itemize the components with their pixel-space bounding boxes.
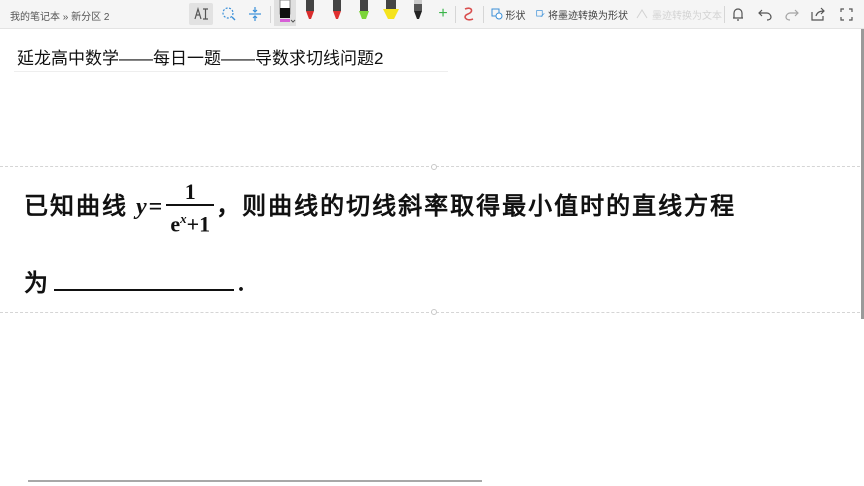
page-title[interactable]: 延龙高中数学——每日一题——导数求切线问题2 [17, 44, 383, 69]
share-button[interactable] [808, 3, 828, 25]
undo-button[interactable] [755, 3, 775, 25]
add-space-icon [249, 7, 261, 21]
ink-to-text-label: 墨迹转换为文本 [652, 10, 722, 22]
shapes-button[interactable]: 形状 [488, 3, 528, 25]
dark-pen[interactable] [409, 0, 427, 26]
notifications-button[interactable] [728, 3, 748, 25]
shapes-icon [491, 8, 502, 20]
red-pen[interactable] [301, 0, 319, 26]
yellow-highlighter-icon [383, 0, 399, 19]
lasso-select-button[interactable] [219, 3, 239, 25]
green-highlighter[interactable] [355, 0, 373, 26]
type-select-button[interactable] [189, 3, 213, 25]
problem-line2-prefix: 为 [24, 271, 50, 297]
yellow-highlighter[interactable] [381, 0, 401, 26]
den-base: e [170, 211, 181, 237]
red-pen-2-icon [333, 0, 341, 19]
den-rest: +1 [186, 211, 211, 237]
share-icon [810, 7, 825, 21]
ink-to-shape-icon [536, 10, 545, 18]
problem-line2-suffix: . [238, 271, 246, 297]
answer-blank [54, 269, 234, 291]
undo-icon [758, 9, 772, 21]
ink-replay-icon [464, 7, 474, 21]
title-underline [14, 71, 448, 72]
redo-button[interactable] [782, 3, 802, 25]
problem-line-2: 为. [24, 263, 246, 298]
problem-line-1: 已知曲线 y= 1 ex+1 ，则曲线的切线斜率取得最小值时的直线方程 [24, 180, 736, 237]
breadcrumb-separator: » [62, 12, 69, 23]
ink-to-text-button[interactable]: 墨迹转换为文本 [636, 3, 722, 25]
fullscreen-icon [839, 7, 853, 21]
text-cursor-icon [194, 7, 208, 20]
ink-to-shape-label: 将墨迹转换为形状 [548, 10, 628, 22]
breadcrumb-section[interactable]: 新分区 2 [71, 12, 109, 23]
resize-handle-top[interactable] [431, 164, 437, 170]
lasso-icon [222, 7, 236, 21]
ink-to-shape-button[interactable]: 将墨迹转换为形状 [536, 3, 628, 25]
problem-suffix: ，则曲线的切线斜率取得最小值时的直线方程 [216, 194, 737, 221]
red-pen-icon [306, 0, 314, 19]
breadcrumb: 我的笔记本 » 新分区 2 [10, 8, 109, 23]
redo-icon [785, 9, 799, 21]
black-pen-icon [279, 0, 296, 23]
problem-prefix: 已知曲线 [24, 194, 128, 221]
add-space-button[interactable] [245, 3, 265, 25]
breadcrumb-notebook[interactable]: 我的笔记本 [10, 12, 60, 23]
resize-handle-bottom[interactable] [431, 309, 437, 315]
math-fraction: 1 ex+1 [166, 180, 215, 237]
shapes-label: 形状 [505, 10, 526, 22]
green-highlighter-icon [359, 0, 369, 19]
ribbon-toolbar: 我的笔记本 » 新分区 2 + 形状 将墨迹转换为形状 墨迹转换为文本 [0, 0, 864, 29]
math-equals: = [148, 194, 165, 221]
math-variable-y: y [136, 194, 149, 221]
add-pen-button[interactable]: + [434, 3, 452, 25]
ink-to-text-icon [636, 9, 648, 19]
bell-icon [733, 7, 743, 21]
red-pen-2[interactable] [328, 0, 346, 26]
black-pen-selected[interactable] [274, 0, 296, 26]
fraction-denominator: ex+1 [166, 206, 214, 237]
fraction-numerator: 1 [166, 180, 215, 206]
fullscreen-button[interactable] [836, 3, 856, 25]
plus-icon: + [438, 5, 448, 22]
ink-replay-button[interactable] [459, 3, 479, 25]
dark-pen-icon [414, 0, 422, 19]
horizontal-scrollbar[interactable] [28, 480, 482, 482]
